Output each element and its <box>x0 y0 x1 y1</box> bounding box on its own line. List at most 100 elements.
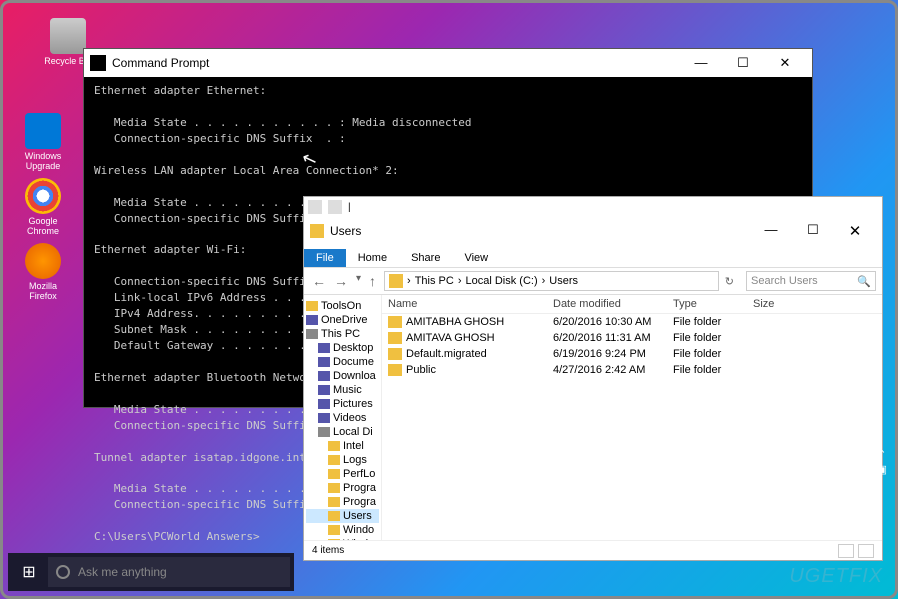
breadcrumb-item[interactable]: Local Disk (C:) <box>466 275 538 287</box>
folder-icon <box>318 357 330 367</box>
column-header-name[interactable]: Name <box>382 295 547 313</box>
breadcrumb-chevron-icon[interactable]: › <box>407 275 411 287</box>
qa-button[interactable] <box>328 200 342 214</box>
qa-separator: | <box>348 202 351 213</box>
tray-icon[interactable]: ▣ <box>877 463 887 476</box>
tree-node-label: This PC <box>321 328 360 340</box>
start-button[interactable]: ⊞ <box>12 557 46 587</box>
tree-node[interactable]: Local Di <box>306 425 379 439</box>
file-size <box>747 362 807 378</box>
tree-node-label: Docume <box>333 356 374 368</box>
window-title: Users <box>330 224 361 238</box>
file-row[interactable]: AMITAVA GHOSH6/20/2016 11:31 AMFile fold… <box>382 330 882 346</box>
breadcrumb-chevron-icon[interactable]: › <box>458 275 462 287</box>
folder-icon <box>306 315 318 325</box>
desktop-icon-chrome[interactable]: Google Chrome <box>18 178 68 236</box>
refresh-button[interactable]: ↻ <box>719 275 740 288</box>
chrome-icon <box>25 178 61 214</box>
minimize-button[interactable]: — <box>750 222 792 240</box>
history-dropdown-icon[interactable]: ▾ <box>356 273 361 289</box>
cortana-search[interactable]: Ask me anything <box>48 557 290 587</box>
tree-node-label: Music <box>333 384 362 396</box>
quick-access-toolbar: | <box>304 197 882 217</box>
tree-node-label: Windo <box>343 524 374 536</box>
item-count: 4 items <box>312 545 344 556</box>
tree-node-label: Desktop <box>333 342 373 354</box>
folder-icon <box>318 413 330 423</box>
search-input[interactable]: Search Users 🔍 <box>746 271 876 291</box>
recycle-bin-icon <box>50 18 86 54</box>
tree-node[interactable]: Pictures <box>306 397 379 411</box>
file-date: 6/20/2016 11:31 AM <box>547 330 667 346</box>
tree-node[interactable]: Videos <box>306 411 379 425</box>
search-placeholder: Ask me anything <box>78 565 167 579</box>
maximize-button[interactable]: ☐ <box>792 222 834 240</box>
tree-node[interactable]: OneDrive <box>306 313 379 327</box>
tree-node[interactable]: This PC <box>306 327 379 341</box>
file-explorer-window: | Users — ☐ ✕ File Home Share View ← → ▾… <box>303 196 883 561</box>
column-header-type[interactable]: Type <box>667 295 747 313</box>
file-list: Name Date modified Type Size AMITABHA GH… <box>382 295 882 540</box>
back-button[interactable]: ← <box>312 273 326 289</box>
qa-button[interactable] <box>308 200 322 214</box>
file-name: AMITABHA GHOSH <box>406 316 504 328</box>
search-icon: 🔍 <box>857 275 871 288</box>
folder-icon <box>328 455 340 465</box>
tree-node[interactable]: Docume <box>306 355 379 369</box>
tree-node[interactable]: Progra <box>306 495 379 509</box>
view-details-button[interactable] <box>838 544 854 558</box>
tab-share[interactable]: Share <box>399 249 452 267</box>
tree-node-label: PerfLo <box>343 468 375 480</box>
tree-node[interactable]: Windo <box>306 523 379 537</box>
tab-file[interactable]: File <box>304 249 346 267</box>
tab-view[interactable]: View <box>452 249 500 267</box>
close-button[interactable]: ✕ <box>764 55 806 71</box>
desktop-icon-firefox[interactable]: Mozilla Firefox <box>18 243 68 301</box>
tree-node[interactable]: Music <box>306 383 379 397</box>
file-row[interactable]: AMITABHA GHOSH6/20/2016 10:30 AMFile fol… <box>382 314 882 330</box>
tree-node[interactable]: Users <box>306 509 379 523</box>
tree-node-label: Intel <box>343 440 364 452</box>
breadcrumb-chevron-icon[interactable]: › <box>542 275 546 287</box>
cmd-icon <box>90 55 106 71</box>
file-size <box>747 314 807 330</box>
file-date: 6/19/2016 9:24 PM <box>547 346 667 362</box>
tray-chevron-icon[interactable]: ⌃ <box>877 448 886 461</box>
tree-node[interactable]: Desktop <box>306 341 379 355</box>
tab-home[interactable]: Home <box>346 249 399 267</box>
status-bar: 4 items <box>304 540 882 560</box>
tree-node[interactable]: Downloa <box>306 369 379 383</box>
file-type: File folder <box>667 330 747 346</box>
close-button[interactable]: ✕ <box>834 222 876 240</box>
view-icons-button[interactable] <box>858 544 874 558</box>
file-row[interactable]: Default.migrated6/19/2016 9:24 PMFile fo… <box>382 346 882 362</box>
ribbon-tabs: File Home Share View <box>304 245 882 267</box>
tree-node-label: Videos <box>333 412 366 424</box>
navigation-tree[interactable]: ToolsOnOneDriveThis PC Desktop DocumeDownl… <box>304 295 382 540</box>
tree-node[interactable]: Logs <box>306 453 379 467</box>
system-tray[interactable]: ⌃ ▣ <box>877 448 887 476</box>
folder-icon <box>306 301 318 311</box>
breadcrumb-item[interactable]: Users <box>549 275 578 287</box>
tree-node[interactable]: Progra <box>306 481 379 495</box>
column-header-size[interactable]: Size <box>747 295 807 313</box>
forward-button[interactable]: → <box>334 273 348 289</box>
title-bar[interactable]: Command Prompt — ☐ ✕ <box>84 49 812 77</box>
tree-node[interactable]: Intel <box>306 439 379 453</box>
minimize-button[interactable]: — <box>680 55 722 71</box>
tree-node-label: Progra <box>343 496 376 508</box>
taskbar: ⊞ Ask me anything <box>8 553 294 591</box>
breadcrumb-item[interactable]: This PC <box>415 275 454 287</box>
column-header-date[interactable]: Date modified <box>547 295 667 313</box>
tree-node-label: Progra <box>343 482 376 494</box>
tree-node[interactable]: ToolsOn <box>306 299 379 313</box>
window-title: Command Prompt <box>112 56 209 70</box>
up-button[interactable]: ↑ <box>369 273 376 289</box>
tree-node[interactable]: PerfLo <box>306 467 379 481</box>
maximize-button[interactable]: ☐ <box>722 55 764 71</box>
title-bar[interactable]: Users — ☐ ✕ <box>304 217 882 245</box>
folder-icon <box>318 385 330 395</box>
file-row[interactable]: Public4/27/2016 2:42 AMFile folder <box>382 362 882 378</box>
desktop-icon-windows-upgrade[interactable]: Windows Upgrade <box>18 113 68 171</box>
breadcrumb[interactable]: › This PC › Local Disk (C:) › Users <box>384 271 719 291</box>
